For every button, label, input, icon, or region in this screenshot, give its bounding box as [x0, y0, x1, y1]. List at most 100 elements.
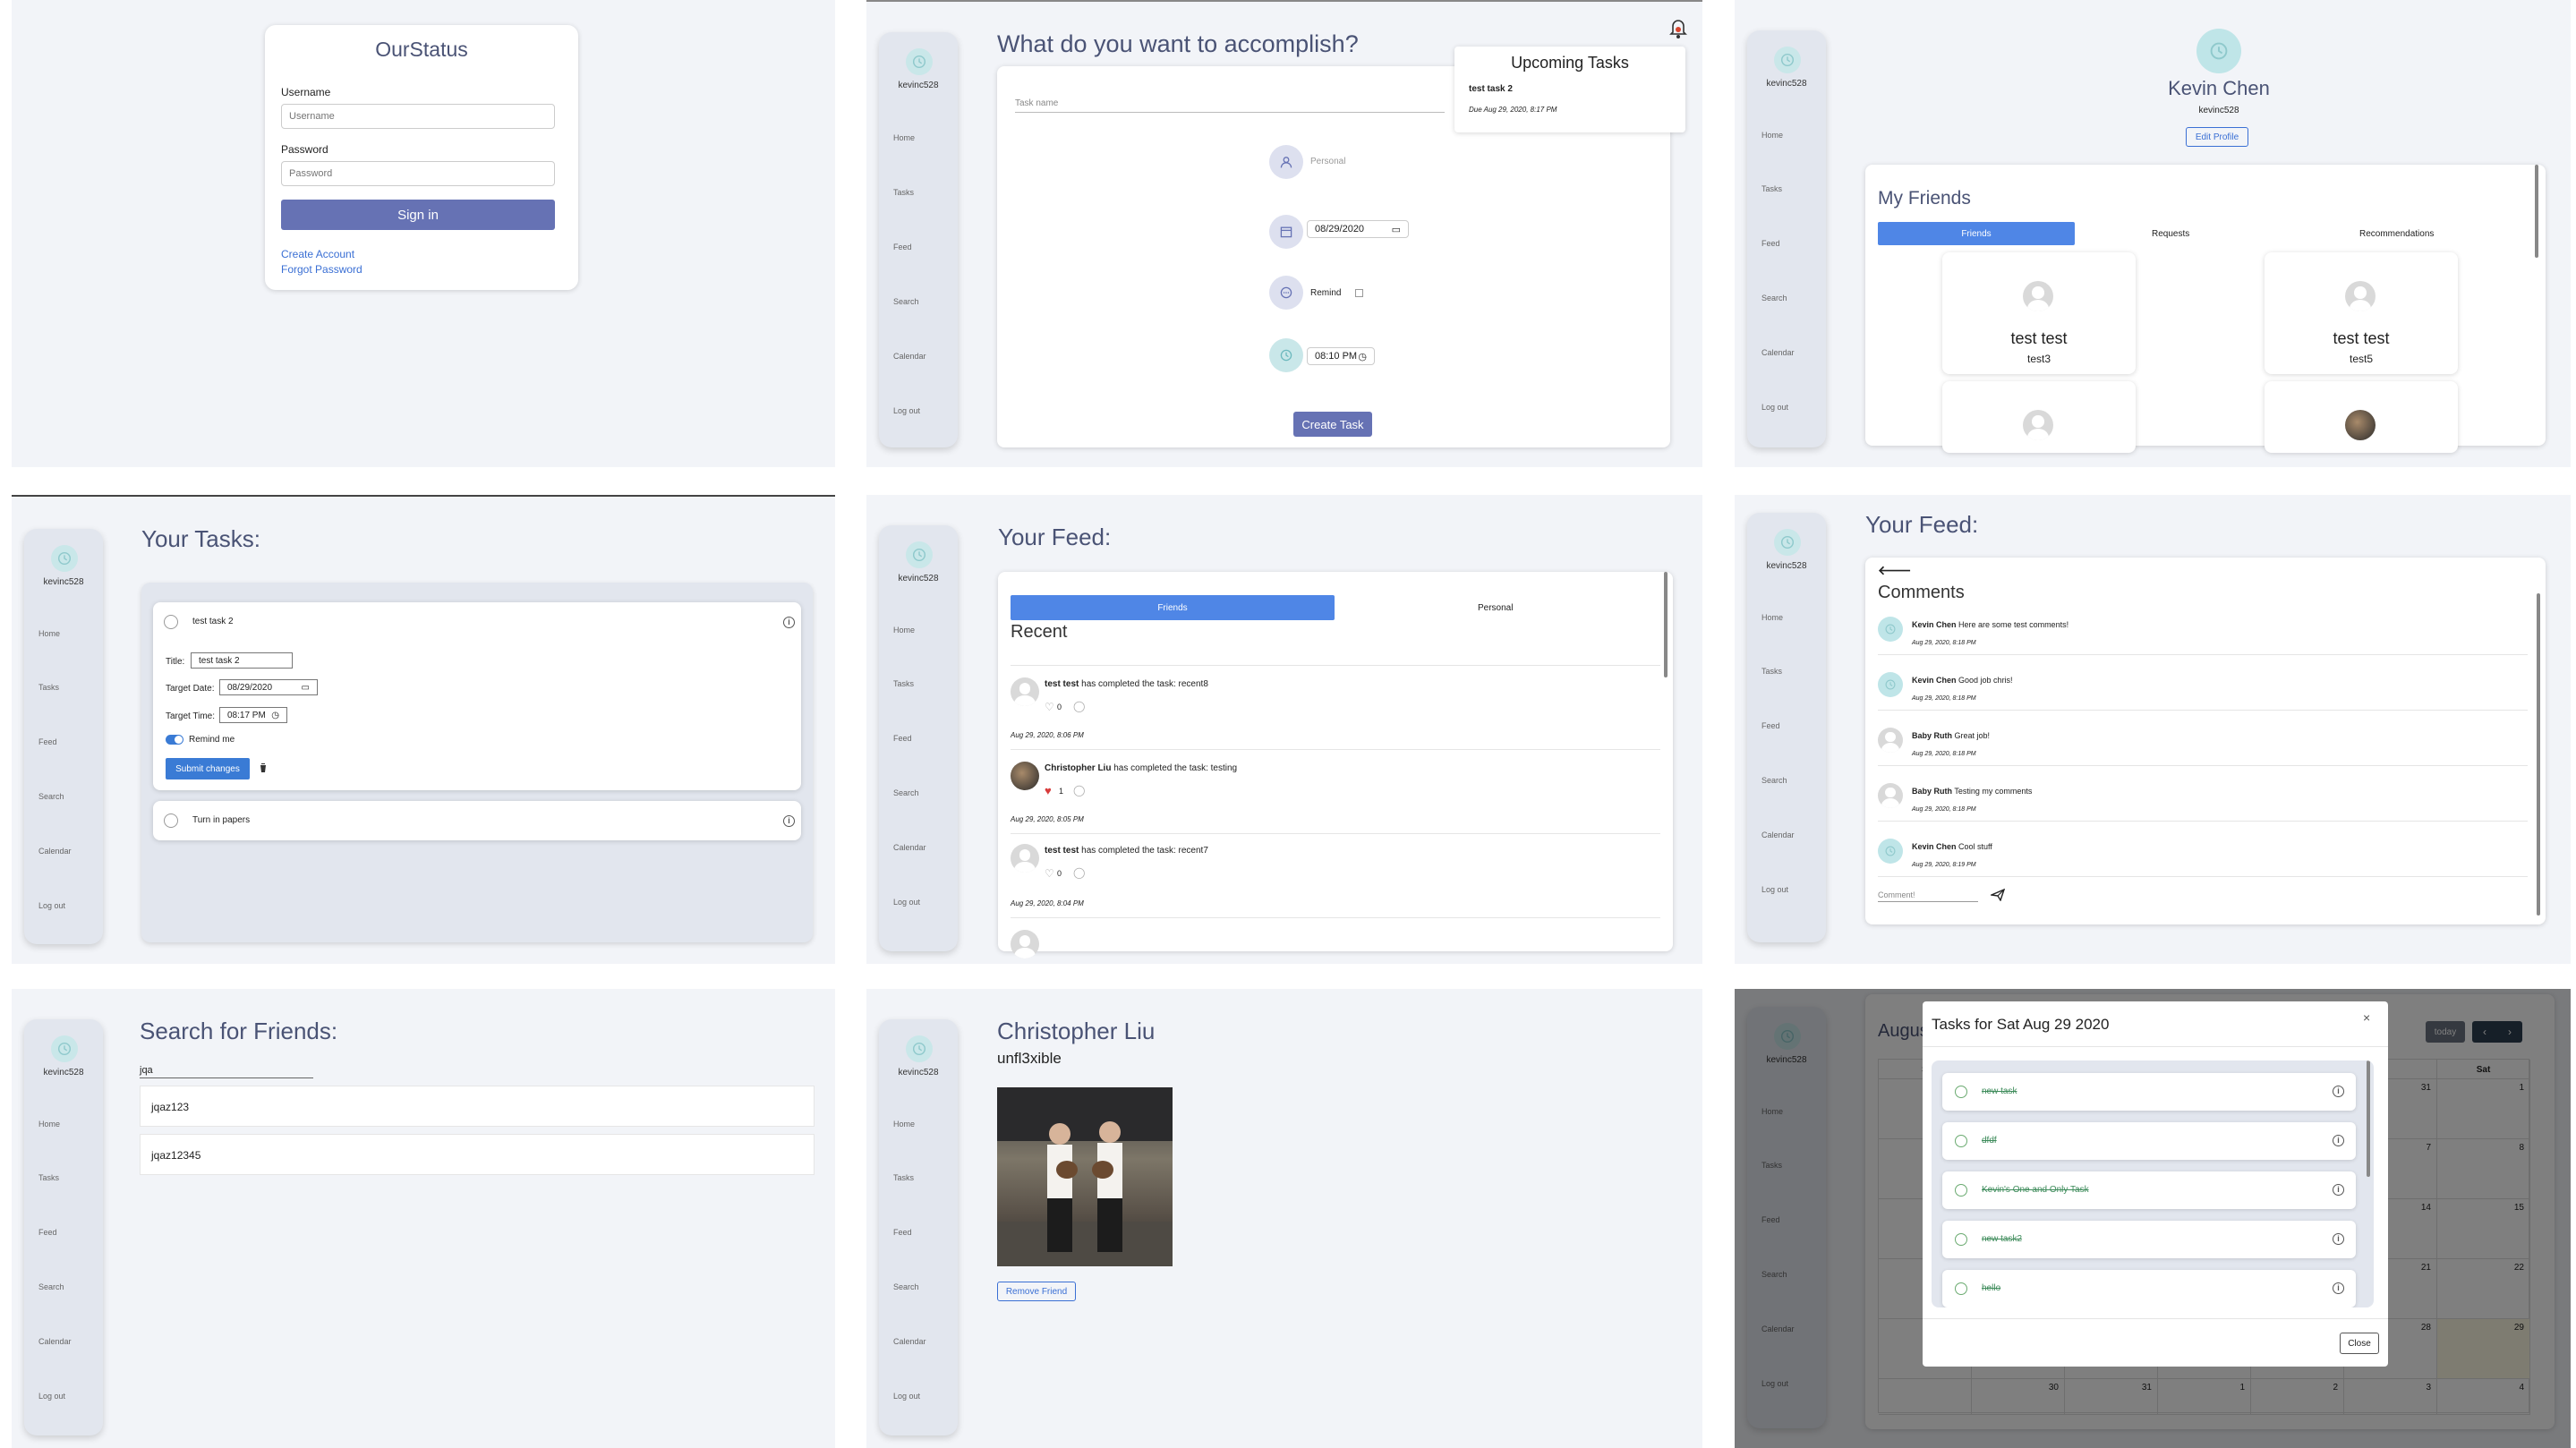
nav-feed[interactable]: Feed: [893, 1228, 912, 1237]
check-circle-icon[interactable]: [1955, 1184, 1967, 1197]
nav-search[interactable]: Search: [893, 788, 919, 797]
close-button[interactable]: Close: [2340, 1333, 2379, 1354]
check-circle-icon[interactable]: [1955, 1135, 1967, 1147]
info-icon[interactable]: i: [783, 617, 795, 628]
nav-logout[interactable]: Log out: [38, 901, 65, 910]
search-input[interactable]: jqa: [140, 1065, 313, 1078]
nav-calendar[interactable]: Calendar: [893, 1337, 926, 1346]
nav-home[interactable]: Home: [38, 629, 60, 638]
nav-search[interactable]: Search: [38, 1282, 64, 1291]
heart-icon[interactable]: ♡: [1045, 701, 1054, 713]
nav-tasks[interactable]: Tasks: [893, 188, 914, 197]
nav-tasks[interactable]: Tasks: [1761, 184, 1782, 193]
nav-calendar[interactable]: Calendar: [38, 847, 72, 856]
search-result[interactable]: jqaz12345: [140, 1134, 815, 1175]
category-field[interactable]: Personal: [1310, 157, 1345, 166]
task-name-input[interactable]: Task name: [1015, 98, 1445, 113]
remind-checkbox[interactable]: [1355, 289, 1363, 297]
nav-tasks[interactable]: Tasks: [38, 1173, 59, 1182]
task-item[interactable]: Turn in papers i: [153, 801, 801, 840]
info-icon[interactable]: i: [2333, 1086, 2344, 1097]
info-icon[interactable]: i: [2333, 1184, 2344, 1196]
nav-calendar[interactable]: Calendar: [893, 843, 926, 852]
nav-search[interactable]: Search: [1761, 776, 1787, 785]
modal-task-item[interactable]: dfdf i: [1942, 1122, 2356, 1160]
post-user[interactable]: Christopher Liu: [1045, 763, 1111, 773]
friend-card[interactable]: test test test5: [2265, 252, 2458, 374]
upcoming-task-name[interactable]: test task 2: [1469, 84, 1513, 94]
info-icon[interactable]: i: [2333, 1282, 2344, 1294]
comment-icon[interactable]: ◯: [1073, 700, 1085, 712]
remind-toggle[interactable]: [166, 735, 183, 745]
check-circle-icon[interactable]: [164, 615, 178, 629]
tab-personal[interactable]: Personal: [1478, 603, 1513, 613]
tab-requests[interactable]: Requests: [2152, 229, 2189, 239]
close-icon[interactable]: ×: [2363, 1010, 2370, 1025]
create-account-link[interactable]: Create Account: [281, 248, 354, 260]
tab-friends[interactable]: Friends: [1011, 595, 1335, 620]
friend-card[interactable]: [1942, 381, 2136, 453]
nav-feed[interactable]: Feed: [38, 737, 57, 746]
nav-home[interactable]: Home: [893, 1120, 915, 1129]
modal-task-item[interactable]: Kevin's One and Only Task i: [1942, 1171, 2356, 1209]
forgot-password-link[interactable]: Forgot Password: [281, 263, 363, 276]
nav-logout[interactable]: Log out: [893, 406, 920, 415]
post-user[interactable]: test test: [1045, 679, 1079, 689]
nav-tasks[interactable]: Tasks: [893, 1173, 914, 1182]
nav-logout[interactable]: Log out: [893, 1392, 920, 1401]
title-input[interactable]: test task 2: [191, 652, 293, 669]
nav-logout[interactable]: Log out: [893, 898, 920, 907]
nav-search[interactable]: Search: [893, 297, 919, 306]
modal-task-item[interactable]: new task2 i: [1942, 1221, 2356, 1258]
nav-feed[interactable]: Feed: [1761, 239, 1780, 248]
heart-icon[interactable]: ♥: [1045, 784, 1052, 797]
nav-search[interactable]: Search: [38, 792, 64, 801]
edit-profile-button[interactable]: Edit Profile: [2186, 127, 2248, 147]
send-icon[interactable]: [1989, 888, 2006, 902]
modal-task-item[interactable]: hello i: [1942, 1270, 2356, 1307]
modal-task-item[interactable]: new task i: [1942, 1073, 2356, 1111]
nav-tasks[interactable]: Tasks: [1761, 667, 1782, 676]
nav-calendar[interactable]: Calendar: [1761, 830, 1795, 839]
tab-friends[interactable]: Friends: [1878, 222, 2075, 245]
info-icon[interactable]: i: [2333, 1233, 2344, 1245]
check-circle-icon[interactable]: [164, 813, 178, 828]
comment-icon[interactable]: ◯: [1073, 784, 1085, 796]
comment-user[interactable]: Kevin Chen: [1912, 842, 1957, 851]
nav-search[interactable]: Search: [893, 1282, 919, 1291]
trash-icon[interactable]: [259, 762, 268, 772]
nav-search[interactable]: Search: [1761, 294, 1787, 302]
nav-home[interactable]: Home: [893, 133, 915, 142]
back-arrow-icon[interactable]: 🡐: [1878, 563, 1912, 578]
time-input[interactable]: 08:17 PM ◷: [219, 707, 287, 723]
nav-tasks[interactable]: Tasks: [893, 679, 914, 688]
scrollbar[interactable]: [2535, 165, 2538, 258]
date-input[interactable]: 08/29/2020 ▭: [1307, 220, 1409, 238]
nav-home[interactable]: Home: [1761, 131, 1783, 140]
create-task-button[interactable]: Create Task: [1293, 412, 1372, 437]
scrollbar[interactable]: [2537, 593, 2540, 916]
heart-icon[interactable]: ♡: [1045, 867, 1054, 880]
nav-logout[interactable]: Log out: [1761, 885, 1788, 894]
comment-user[interactable]: Baby Ruth: [1912, 731, 1952, 740]
post-user[interactable]: test test: [1045, 846, 1079, 856]
nav-logout[interactable]: Log out: [38, 1392, 65, 1401]
info-icon[interactable]: i: [2333, 1135, 2344, 1146]
bell-icon[interactable]: [1668, 16, 1689, 39]
signin-button[interactable]: Sign in: [281, 200, 555, 230]
tab-recommendations[interactable]: Recommendations: [2359, 229, 2434, 239]
nav-feed[interactable]: Feed: [893, 243, 912, 251]
comment-user[interactable]: Kevin Chen: [1912, 676, 1957, 685]
check-circle-icon[interactable]: [1955, 1086, 1967, 1098]
nav-feed[interactable]: Feed: [893, 734, 912, 743]
nav-calendar[interactable]: Calendar: [38, 1337, 72, 1346]
password-input[interactable]: [281, 161, 555, 186]
nav-home[interactable]: Home: [1761, 613, 1783, 622]
friend-card[interactable]: test test test3: [1942, 252, 2136, 374]
nav-calendar[interactable]: Calendar: [1761, 348, 1795, 357]
username-input[interactable]: [281, 104, 555, 129]
remove-friend-button[interactable]: Remove Friend: [997, 1282, 1076, 1301]
info-icon[interactable]: i: [783, 815, 795, 827]
comment-icon[interactable]: ◯: [1073, 866, 1085, 879]
time-input[interactable]: 08:10 PM ◷: [1307, 347, 1375, 365]
